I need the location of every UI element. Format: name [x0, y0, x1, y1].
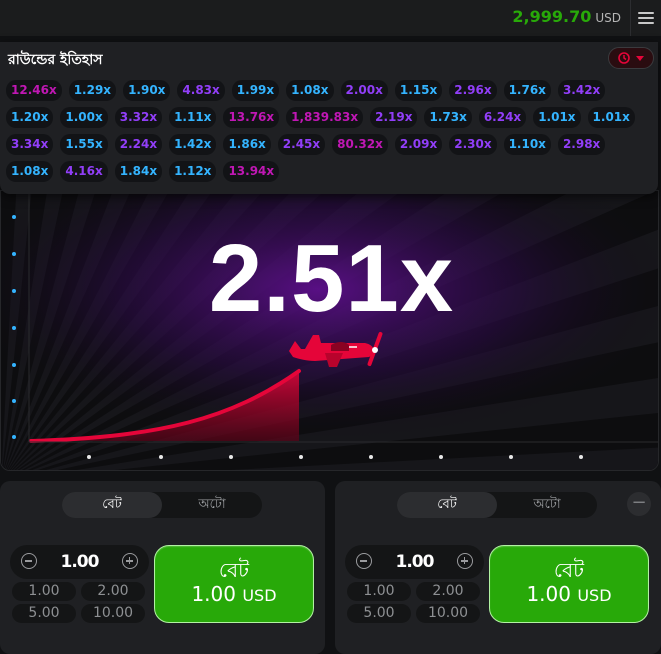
history-multiplier: 1.08x — [286, 80, 334, 101]
tab-auto[interactable]: অটো — [497, 492, 597, 518]
place-bet-button[interactable]: বেট 1.00 USD — [154, 545, 314, 623]
x-axis-dot — [299, 455, 303, 459]
history-icon — [618, 52, 630, 64]
history-multiplier: 1.01x — [587, 107, 635, 128]
balance-amount: 2,999.70 — [512, 7, 592, 26]
quick-amount-button[interactable]: 2.00 — [416, 582, 480, 601]
y-axis-dot — [12, 215, 16, 219]
history-multiplier: 1.55x — [60, 134, 108, 155]
history-multiplier: 1.00x — [60, 107, 108, 128]
current-multiplier: 2.51x — [208, 225, 455, 332]
round-history-panel: রাউন্ডের ইতিহাস 12.46x 1.29x 1.90x 4.83x 1.9… — [0, 42, 658, 194]
history-multiplier: 2.45x — [277, 134, 326, 155]
history-multiplier: 1.86x — [223, 134, 271, 155]
plus-icon[interactable] — [457, 553, 473, 569]
y-axis-dot — [12, 363, 16, 367]
history-multiplier: 13.94x — [223, 161, 280, 182]
tab-bet[interactable]: বেট — [62, 492, 162, 518]
y-axis-dot — [12, 435, 16, 439]
history-multiplier: 3.32x — [114, 107, 163, 128]
bet-mode-tabs: বেট অটো — [62, 492, 262, 518]
history-multiplier: 1.29x — [68, 80, 117, 101]
history-multiplier: 1.90x — [123, 80, 171, 101]
tab-auto[interactable]: অটো — [162, 492, 262, 518]
history-multiplier: 1,839.83x — [286, 107, 364, 128]
history-multiplier: 1.84x — [114, 161, 163, 182]
bet-amount-stepper: 1.00 — [345, 545, 484, 579]
bet-button-label: বেট — [553, 558, 585, 582]
balance: 2,999.70 USD — [512, 7, 621, 29]
history-multiplier: 80.32x — [332, 134, 388, 155]
bet-button-amount: 1.00 — [191, 582, 236, 606]
remove-panel-button[interactable]: − — [627, 492, 651, 516]
history-multiplier: 2.00x — [340, 80, 388, 101]
quick-amount-button[interactable]: 5.00 — [12, 604, 76, 623]
history-multiplier: 1.10x — [503, 134, 551, 155]
bet-panel-1: বেট অটো 1.00 1.00 2.00 5.00 10.00 বেট 1.… — [0, 481, 325, 654]
history-multiplier: 1.12x — [169, 161, 217, 182]
chevron-down-icon — [636, 56, 644, 61]
history-multiplier: 1.15x — [394, 80, 443, 101]
plus-icon[interactable] — [122, 553, 138, 569]
history-multiplier: 1.42x — [169, 134, 217, 155]
history-multiplier: 4.16x — [60, 161, 108, 182]
history-toggle-button[interactable] — [608, 47, 654, 69]
x-axis-dot — [229, 455, 233, 459]
balance-currency: USD — [595, 11, 621, 25]
x-axis-dot — [87, 455, 91, 459]
history-multiplier: 13.76x — [223, 107, 280, 128]
history-multiplier: 2.96x — [449, 80, 497, 101]
bet-button-label: বেট — [218, 558, 250, 582]
x-axis-dot — [579, 455, 583, 459]
history-multiplier: 6.24x — [478, 107, 527, 128]
history-multiplier: 2.30x — [449, 134, 497, 155]
bet-mode-tabs: বেট অটো — [397, 492, 597, 518]
quick-amount-button[interactable]: 1.00 — [12, 582, 76, 601]
hamburger-icon[interactable] — [630, 0, 661, 36]
place-bet-button[interactable]: বেট 1.00 USD — [489, 545, 649, 623]
bet-button-amount: 1.00 — [526, 582, 571, 606]
x-axis-dot — [369, 455, 373, 459]
history-multiplier: 1.20x — [6, 107, 54, 128]
history-multiplier: 2.19x — [370, 107, 418, 128]
history-multiplier: 2.98x — [557, 134, 606, 155]
bet-panel-2: বেট অটো − 1.00 1.00 2.00 5.00 10.00 বেট … — [335, 481, 661, 654]
quick-amount-button[interactable]: 5.00 — [347, 604, 411, 623]
history-multiplier: 1.76x — [503, 80, 551, 101]
y-axis-dot — [12, 399, 16, 403]
x-axis-dot — [509, 455, 513, 459]
quick-amount-button[interactable]: 10.00 — [416, 604, 480, 623]
top-bar: 2,999.70 USD — [0, 0, 661, 36]
history-multiplier: 12.46x — [6, 80, 62, 101]
history-multiplier: 2.24x — [114, 134, 163, 155]
history-multiplier: 2.09x — [394, 134, 443, 155]
quick-amount-button[interactable]: 10.00 — [81, 604, 145, 623]
history-multiplier: 1.11x — [169, 107, 217, 128]
history-multiplier: 1.01x — [533, 107, 581, 128]
bet-button-currency: USD — [242, 586, 277, 605]
game-stage: 2.51x — [0, 190, 659, 471]
x-axis-dot — [439, 455, 443, 459]
bet-amount-stepper: 1.00 — [10, 545, 149, 579]
history-multiplier: 3.42x — [557, 80, 606, 101]
quick-amount-button[interactable]: 1.00 — [347, 582, 411, 601]
history-multiplier: 3.34x — [6, 134, 54, 155]
round-history-title: রাউন্ডের ইতিহাস — [8, 52, 103, 68]
history-multiplier: 1.08x — [6, 161, 54, 182]
history-multiplier: 1.99x — [231, 80, 280, 101]
history-multiplier: 1.73x — [424, 107, 472, 128]
tab-bet[interactable]: বেট — [397, 492, 497, 518]
quick-amount-button[interactable]: 2.00 — [81, 582, 145, 601]
history-multiplier: 4.83x — [177, 80, 225, 101]
x-axis-dot — [159, 455, 163, 459]
history-list: 12.46x 1.29x 1.90x 4.83x 1.99x 1.08x 2.00x 1.15… — [6, 80, 656, 182]
bet-button-currency: USD — [577, 586, 612, 605]
